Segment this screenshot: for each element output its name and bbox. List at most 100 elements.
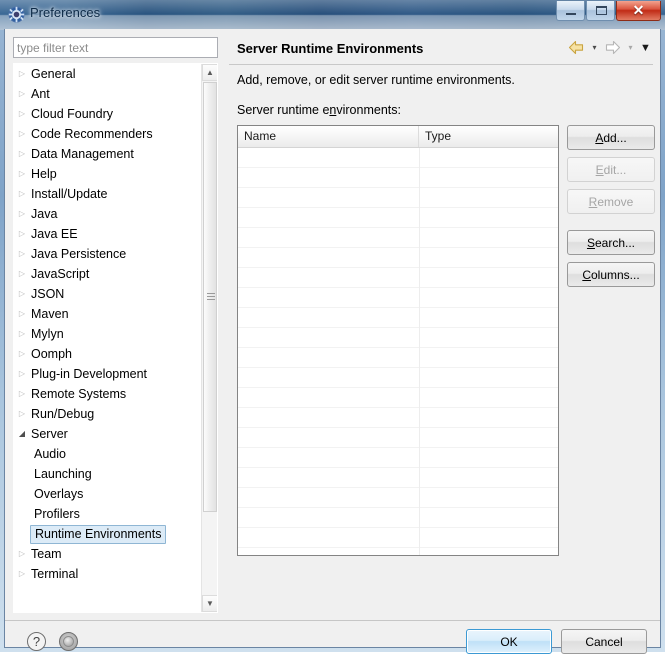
expand-arrow-icon[interactable]: ▷: [14, 164, 30, 184]
expand-arrow-icon[interactable]: ▷: [14, 344, 30, 364]
button-mnemonic: S: [586, 235, 595, 250]
table-row[interactable]: [238, 208, 558, 228]
expand-arrow-icon[interactable]: ▷: [14, 204, 30, 224]
table-row[interactable]: [238, 448, 558, 468]
table-row[interactable]: [238, 488, 558, 508]
table-row[interactable]: [238, 428, 558, 448]
expand-arrow-icon[interactable]: ▷: [14, 304, 30, 324]
table-row[interactable]: [238, 268, 558, 288]
tree-item-help[interactable]: ▷ Help: [14, 164, 202, 184]
tree-item-terminal[interactable]: ▷ Terminal: [14, 564, 202, 584]
table-row[interactable]: [238, 528, 558, 548]
tree-item-runtime-environments[interactable]: Runtime Environments: [14, 524, 202, 544]
table-row[interactable]: [238, 328, 558, 348]
back-dropdown-icon[interactable]: ▾: [590, 43, 599, 52]
table-row[interactable]: [238, 248, 558, 268]
ok-button[interactable]: OK: [466, 629, 552, 654]
table-row[interactable]: [238, 468, 558, 488]
table-row[interactable]: [238, 288, 558, 308]
tree-item-install-update[interactable]: ▷ Install/Update: [14, 184, 202, 204]
expand-arrow-icon[interactable]: ▷: [14, 404, 30, 424]
runtime-environments-table[interactable]: Name Type: [237, 125, 559, 556]
maximize-button[interactable]: [586, 1, 615, 21]
search-button[interactable]: Search...: [567, 230, 655, 255]
table-row[interactable]: [238, 168, 558, 188]
tree-item-general[interactable]: ▷ General: [14, 64, 202, 84]
tree-item-mylyn[interactable]: ▷ Mylyn: [14, 324, 202, 344]
cancel-button[interactable]: Cancel: [561, 629, 647, 654]
table-row[interactable]: [238, 508, 558, 528]
tree-item-label: Overlays: [34, 487, 84, 501]
expand-arrow-icon[interactable]: ▷: [14, 64, 30, 84]
tree-item-server[interactable]: ◢ Server: [14, 424, 202, 444]
tree-item-data-management[interactable]: ▷ Data Management: [14, 144, 202, 164]
button-label: emove: [597, 194, 634, 209]
tree-item-label: Ant: [31, 87, 50, 101]
table-row[interactable]: [238, 388, 558, 408]
edit-button: Edit...: [567, 157, 655, 182]
tree-item-ant[interactable]: ▷ Ant: [14, 84, 202, 104]
tree-item-run-debug[interactable]: ▷ Run/Debug: [14, 404, 202, 424]
globe-icon[interactable]: [59, 632, 78, 651]
tree-scrollbar[interactable]: ▲ ▼: [201, 64, 217, 612]
tree-item-javascript[interactable]: ▷ JavaScript: [14, 264, 202, 284]
help-icon[interactable]: ?: [27, 632, 46, 651]
tree-item-cloud-foundry[interactable]: ▷ Cloud Foundry: [14, 104, 202, 124]
table-row[interactable]: [238, 408, 558, 428]
expand-arrow-icon[interactable]: ▷: [14, 104, 30, 124]
expand-arrow-icon[interactable]: ▷: [14, 84, 30, 104]
table-row[interactable]: [238, 308, 558, 328]
column-header-name[interactable]: Name: [238, 126, 419, 147]
minimize-button[interactable]: [556, 1, 585, 21]
collapse-arrow-icon[interactable]: ◢: [14, 424, 30, 444]
scroll-down-arrow-icon[interactable]: ▼: [202, 595, 217, 612]
tree-item-plug-in-development[interactable]: ▷ Plug-in Development: [14, 364, 202, 384]
tree-item-oomph[interactable]: ▷ Oomph: [14, 344, 202, 364]
tree-item-launching[interactable]: Launching: [14, 464, 202, 484]
tree-item-profilers[interactable]: Profilers: [14, 504, 202, 524]
expand-arrow-icon[interactable]: ▷: [14, 544, 30, 564]
preferences-window: Preferences ✕ ▷General▷Ant▷Cloud Foundry…: [0, 0, 665, 654]
expand-arrow-icon[interactable]: ▷: [14, 184, 30, 204]
expand-arrow-icon[interactable]: ▷: [14, 564, 30, 584]
column-header-type[interactable]: Type: [419, 126, 558, 147]
scrollbar-thumb[interactable]: [203, 82, 217, 512]
page-menu-icon[interactable]: ▼: [640, 42, 651, 54]
tree-item-team[interactable]: ▷ Team: [14, 544, 202, 564]
tree-item-remote-systems[interactable]: ▷ Remote Systems: [14, 384, 202, 404]
tree-item-java[interactable]: ▷ Java: [14, 204, 202, 224]
expand-arrow-icon[interactable]: ▷: [14, 124, 30, 144]
expand-arrow-icon[interactable]: ▷: [14, 324, 30, 344]
table-body[interactable]: [238, 148, 558, 555]
tree-item-label: General: [31, 67, 76, 81]
add-button[interactable]: Add...: [567, 125, 655, 150]
tree-item-java-ee[interactable]: ▷ Java EE: [14, 224, 202, 244]
scroll-up-arrow-icon[interactable]: ▲: [202, 64, 217, 81]
back-arrow-icon[interactable]: [568, 40, 585, 55]
columns-button[interactable]: Columns...: [567, 262, 655, 287]
tree-item-overlays[interactable]: Overlays: [14, 484, 202, 504]
tree-item-label: Server: [31, 427, 68, 441]
table-row[interactable]: [238, 548, 558, 555]
tree-item-audio[interactable]: Audio: [14, 444, 202, 464]
expand-arrow-icon[interactable]: ▷: [14, 244, 30, 264]
table-row[interactable]: [238, 188, 558, 208]
table-row[interactable]: [238, 228, 558, 248]
table-row[interactable]: [238, 348, 558, 368]
tree-item-code-recommenders[interactable]: ▷ Code Recommenders: [14, 124, 202, 144]
expand-arrow-icon[interactable]: ▷: [14, 264, 30, 284]
close-button[interactable]: ✕: [616, 1, 661, 21]
preferences-tree[interactable]: ▷ General ▷ Ant ▷ Cloud Foundry ▷ Code Recommen…: [13, 63, 218, 613]
expand-arrow-icon[interactable]: ▷: [14, 284, 30, 304]
expand-arrow-icon[interactable]: ▷: [14, 224, 30, 244]
filter-input[interactable]: [13, 37, 218, 58]
table-row[interactable]: [238, 148, 558, 168]
tree-item-json[interactable]: ▷ JSON: [14, 284, 202, 304]
expand-arrow-icon[interactable]: ▷: [14, 384, 30, 404]
expand-arrow-icon[interactable]: ▷: [14, 364, 30, 384]
tree-item-java-persistence[interactable]: ▷ Java Persistence: [14, 244, 202, 264]
tree-item-label: Java: [31, 207, 58, 221]
table-row[interactable]: [238, 368, 558, 388]
tree-item-maven[interactable]: ▷ Maven: [14, 304, 202, 324]
expand-arrow-icon[interactable]: ▷: [14, 144, 30, 164]
